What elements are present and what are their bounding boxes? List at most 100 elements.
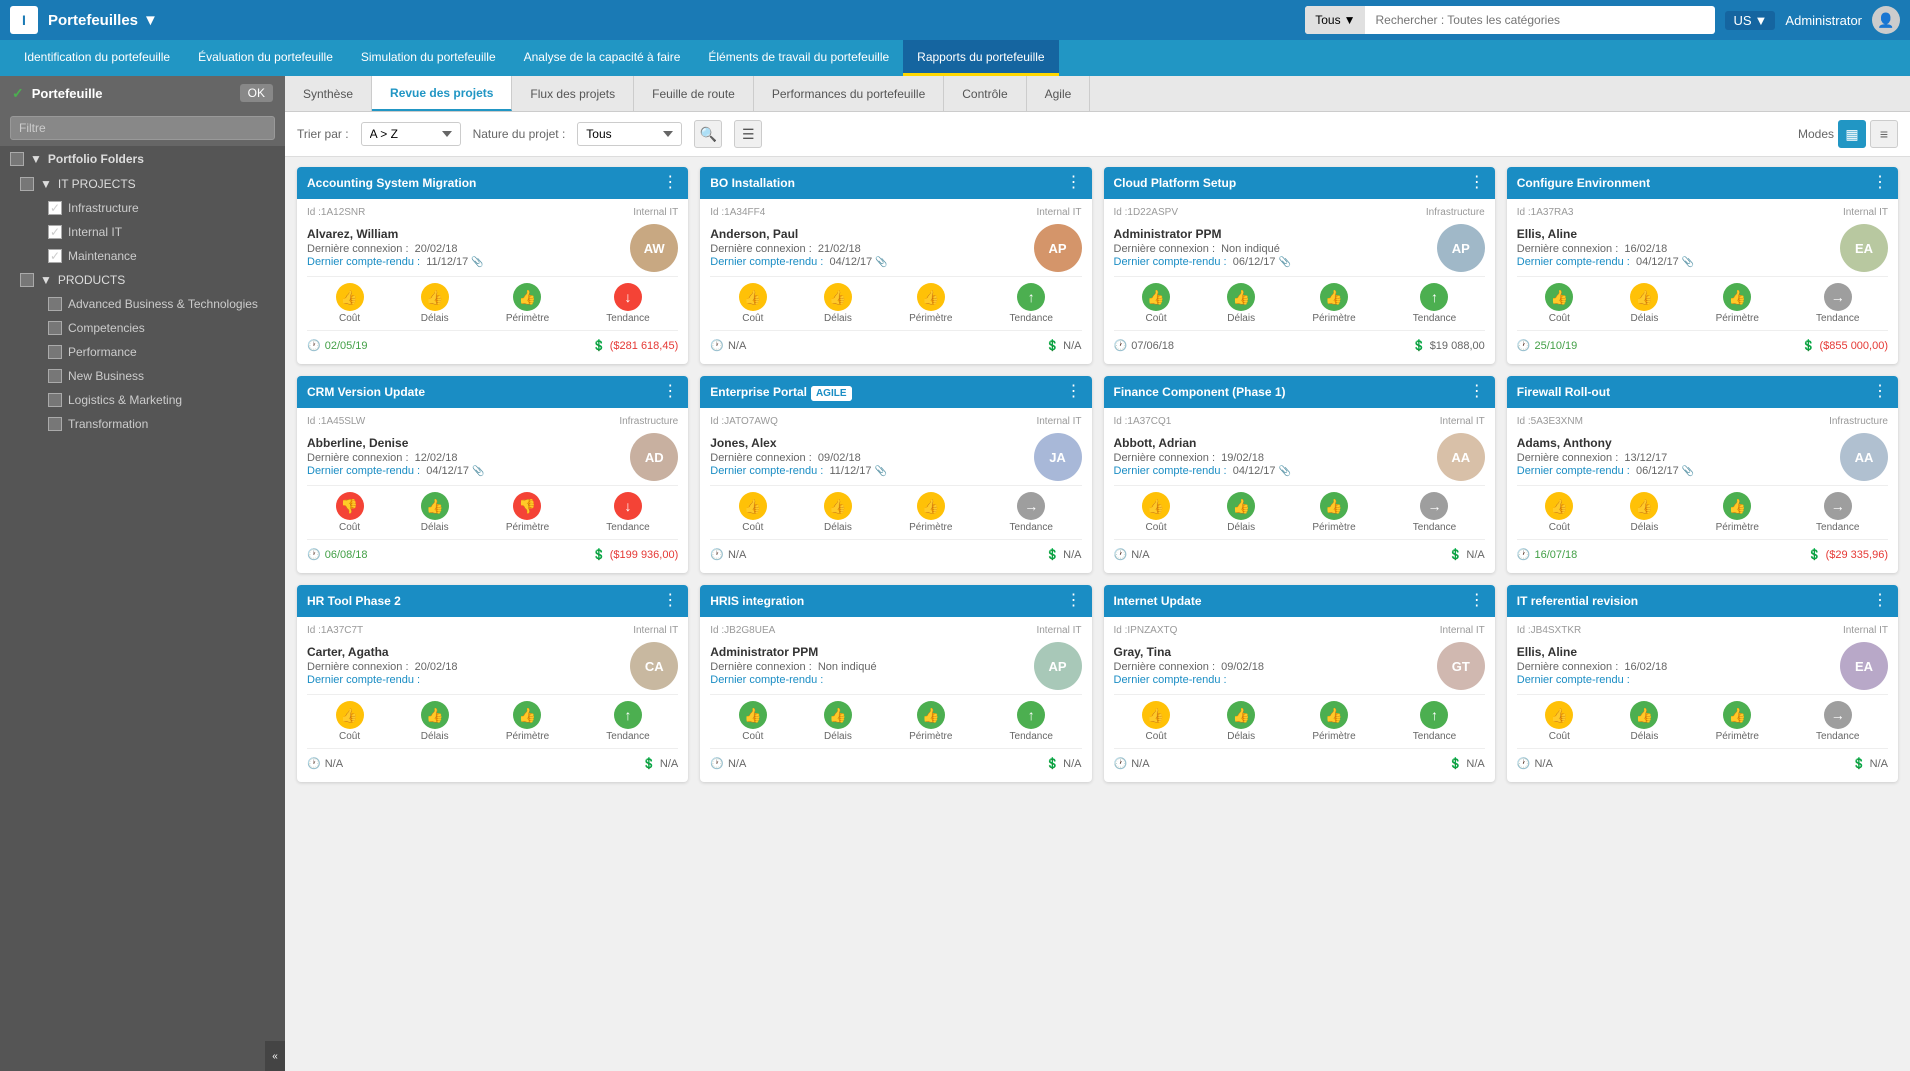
- card-body: Id :IPNZAXTQ Internal IT Gray, Tina Dern…: [1104, 617, 1495, 782]
- card-menu-button[interactable]: ⋮: [662, 175, 678, 191]
- card-last-report-link[interactable]: Dernier compte-rendu :: [710, 674, 823, 686]
- sidebar-maintenance[interactable]: ✓ Maintenance: [0, 244, 285, 268]
- indicator-label: Tendance: [1413, 731, 1456, 742]
- card-last-report-link[interactable]: Dernier compte-rendu :: [1114, 256, 1227, 268]
- maintenance-checkbox[interactable]: ✓: [48, 249, 62, 263]
- card-last-report-link[interactable]: Dernier compte-rendu :: [710, 465, 823, 477]
- card-person-info: Ellis, Aline Dernière connexion : 16/02/…: [1517, 645, 1832, 687]
- sidebar-competencies[interactable]: Competencies: [0, 316, 285, 340]
- sidebar-it-projects[interactable]: ▼ IT PROJECTS: [0, 172, 285, 196]
- card-date: 🕐 N/A: [307, 757, 343, 770]
- sidebar-ok-button[interactable]: OK: [240, 84, 273, 102]
- nav-identification[interactable]: Identification du portefeuille: [10, 40, 184, 76]
- advanced-business-checkbox[interactable]: [48, 297, 62, 311]
- card-menu-button[interactable]: ⋮: [1066, 175, 1082, 191]
- it-projects-checkbox[interactable]: [20, 177, 34, 191]
- card-last-report: Dernier compte-rendu : 04/12/17 📎: [1114, 465, 1429, 477]
- card-menu-button[interactable]: ⋮: [1872, 593, 1888, 609]
- filter-button[interactable]: ☰: [734, 120, 762, 148]
- card-last-report-link[interactable]: Dernier compte-rendu :: [1114, 465, 1227, 477]
- card-indicators: 👎 Coût 👍 Délais 👎 Périmètre ↓ Tendance: [307, 485, 678, 540]
- indicator-label: Coût: [1146, 522, 1167, 533]
- search-input[interactable]: [1365, 13, 1715, 27]
- project-card: CRM Version Update ⋮ Id :1A45SLW Infrast…: [297, 376, 688, 573]
- clock-icon: 🕐: [1517, 757, 1531, 770]
- indicator: 👍 Coût: [739, 283, 767, 324]
- card-menu-button[interactable]: ⋮: [1872, 384, 1888, 400]
- card-id: Id :JB4SXTKR: [1517, 625, 1581, 636]
- card-last-report-link[interactable]: Dernier compte-rendu :: [1114, 674, 1227, 686]
- portfolio-folders-checkbox[interactable]: [10, 152, 24, 166]
- card-menu-button[interactable]: ⋮: [662, 384, 678, 400]
- card-last-report-link[interactable]: Dernier compte-rendu :: [307, 256, 420, 268]
- indicator-icon: ↑: [614, 701, 642, 729]
- card-person-info: Ellis, Aline Dernière connexion : 16/02/…: [1517, 227, 1832, 269]
- nature-select[interactable]: Tous Infrastructure Internal IT Agile: [577, 122, 682, 146]
- nav-rapports[interactable]: Rapports du portefeuille: [903, 40, 1058, 76]
- sidebar-advanced-business[interactable]: Advanced Business & Technologies: [0, 292, 285, 316]
- avatar[interactable]: 👤: [1872, 6, 1900, 34]
- card-menu-button[interactable]: ⋮: [1872, 175, 1888, 191]
- indicator-icon: 👍: [1227, 701, 1255, 729]
- card-menu-button[interactable]: ⋮: [1469, 593, 1485, 609]
- tab-flux[interactable]: Flux des projets: [512, 76, 634, 111]
- sidebar-logistics[interactable]: Logistics & Marketing: [0, 388, 285, 412]
- search-tous-button[interactable]: Tous ▼: [1305, 6, 1365, 34]
- tab-revue[interactable]: Revue des projets: [372, 76, 512, 111]
- indicator-icon: 👍: [1545, 701, 1573, 729]
- sidebar-infrastructure[interactable]: ✓ Infrastructure: [0, 196, 285, 220]
- indicator-label: Périmètre: [1312, 522, 1355, 533]
- sidebar-products[interactable]: ▼ PRODUCTS: [0, 268, 285, 292]
- nav-elements[interactable]: Éléments de travail du portefeuille: [694, 40, 903, 76]
- list-view-button[interactable]: ≡: [1870, 120, 1898, 148]
- card-menu-button[interactable]: ⋮: [662, 593, 678, 609]
- card-menu-button[interactable]: ⋮: [1066, 593, 1082, 609]
- card-last-report-link[interactable]: Dernier compte-rendu :: [1517, 256, 1630, 268]
- indicator-label: Périmètre: [909, 313, 952, 324]
- nav-evaluation[interactable]: Évaluation du portefeuille: [184, 40, 347, 76]
- region-selector[interactable]: US ▼: [1725, 11, 1775, 30]
- indicator: 👍 Délais: [421, 492, 449, 533]
- card-last-report-link[interactable]: Dernier compte-rendu :: [307, 465, 420, 477]
- sidebar-filter-input[interactable]: [10, 116, 275, 140]
- sort-select[interactable]: A > Z Z > A Date Priorité: [361, 122, 461, 146]
- tab-synthese[interactable]: Synthèse: [285, 76, 372, 111]
- sidebar-group-portfolio-folders[interactable]: ▼ Portfolio Folders: [0, 146, 285, 172]
- logistics-checkbox[interactable]: [48, 393, 62, 407]
- app-title[interactable]: Portefeuilles ▼: [48, 12, 158, 29]
- indicator: 👍 Délais: [1630, 701, 1658, 742]
- tab-performances[interactable]: Performances du portefeuille: [754, 76, 944, 111]
- card-last-report-link[interactable]: Dernier compte-rendu :: [710, 256, 823, 268]
- new-business-checkbox[interactable]: [48, 369, 62, 383]
- transformation-checkbox[interactable]: [48, 417, 62, 431]
- card-menu-button[interactable]: ⋮: [1066, 384, 1082, 400]
- infrastructure-checkbox[interactable]: ✓: [48, 201, 62, 215]
- card-menu-button[interactable]: ⋮: [1469, 175, 1485, 191]
- sidebar-new-business[interactable]: New Business: [0, 364, 285, 388]
- search-button[interactable]: 🔍: [694, 120, 722, 148]
- indicator-icon: 👍: [336, 701, 364, 729]
- card-menu-button[interactable]: ⋮: [1469, 384, 1485, 400]
- sidebar-transformation[interactable]: Transformation: [0, 412, 285, 436]
- nav-simulation[interactable]: Simulation du portefeuille: [347, 40, 510, 76]
- grid-view-button[interactable]: ▦: [1838, 120, 1866, 148]
- tab-controle[interactable]: Contrôle: [944, 76, 1026, 111]
- card-last-report-link[interactable]: Dernier compte-rendu :: [1517, 674, 1630, 686]
- competencies-checkbox[interactable]: [48, 321, 62, 335]
- card-last-report-link[interactable]: Dernier compte-rendu :: [1517, 465, 1630, 477]
- sidebar-collapse-button[interactable]: «: [265, 1041, 285, 1071]
- nav-capacite[interactable]: Analyse de la capacité à faire: [510, 40, 695, 76]
- products-checkbox[interactable]: [20, 273, 34, 287]
- sidebar-performance[interactable]: Performance: [0, 340, 285, 364]
- internal-it-checkbox[interactable]: ✓: [48, 225, 62, 239]
- sidebar-internal-it[interactable]: ✓ Internal IT: [0, 220, 285, 244]
- tab-feuille[interactable]: Feuille de route: [634, 76, 754, 111]
- title-dropdown-arrow[interactable]: ▼: [143, 12, 158, 29]
- card-indicators: 👍 Coût 👍 Délais 👍 Périmètre ↑ Tendance: [1114, 276, 1485, 331]
- performance-checkbox[interactable]: [48, 345, 62, 359]
- indicator: 👍 Coût: [1545, 492, 1573, 533]
- card-last-report-link[interactable]: Dernier compte-rendu :: [307, 674, 420, 686]
- sidebar-check-icon: ✓: [12, 85, 24, 102]
- tab-agile[interactable]: Agile: [1027, 76, 1091, 111]
- card-type: Internal IT: [1440, 625, 1485, 636]
